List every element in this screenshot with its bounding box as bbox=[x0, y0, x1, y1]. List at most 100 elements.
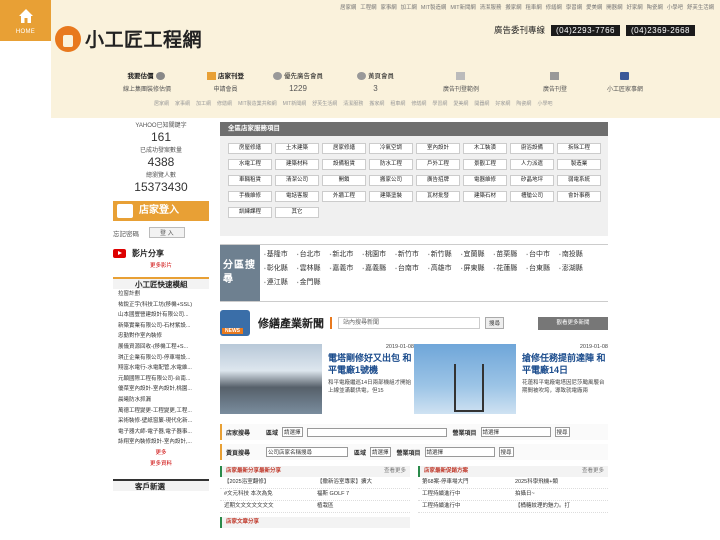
news-image-1[interactable] bbox=[220, 344, 322, 414]
sub-nav-link[interactable]: MIT製造業共和網 bbox=[238, 101, 277, 107]
store-login-header[interactable]: 店家登入 bbox=[113, 201, 209, 221]
yellow-name-input[interactable]: 公司店家名稱搜尋 bbox=[266, 447, 348, 457]
top-link[interactable]: 修繕網 bbox=[546, 5, 562, 11]
top-link[interactable]: 開器網 bbox=[606, 5, 622, 11]
category-button[interactable]: 車輛租賃 bbox=[228, 174, 272, 186]
sub-nav-link[interactable]: 愛美網 bbox=[453, 101, 468, 107]
category-button[interactable]: 居家修繕 bbox=[322, 142, 366, 154]
quick-more-data-link[interactable]: 更多資料 bbox=[113, 459, 209, 470]
category-button[interactable]: 電話客服 bbox=[275, 190, 319, 202]
top-link[interactable]: 陶瓷網 bbox=[647, 5, 663, 11]
category-button[interactable]: 搬家公司 bbox=[369, 174, 413, 186]
quick-module-item[interactable]: 琪正企業有限公司-停車場設... bbox=[113, 353, 209, 364]
quick-module-item[interactable]: 電子器大師-電子器,電子器事... bbox=[113, 427, 209, 438]
top-link[interactable]: 好家網 bbox=[626, 5, 642, 11]
sub-nav-link[interactable]: 搬家網 bbox=[369, 101, 384, 107]
quick-module-item[interactable]: 拉窗計劃 bbox=[113, 289, 209, 300]
category-button[interactable]: 手機維修 bbox=[228, 190, 272, 202]
sub-nav-link[interactable]: 家事網 bbox=[175, 101, 190, 107]
yellow-region-select[interactable]: 請選擇 bbox=[370, 447, 391, 457]
sub-nav-link[interactable]: 修繕網 bbox=[217, 101, 232, 107]
category-button[interactable]: 景觀工程 bbox=[463, 158, 507, 170]
category-button[interactable]: 木工裝潢 bbox=[463, 142, 507, 154]
sub-nav-link[interactable]: 加工網 bbox=[196, 101, 211, 107]
region-link[interactable]: 雲林縣 bbox=[297, 263, 321, 273]
list-item[interactable]: 植栽區 bbox=[317, 501, 410, 512]
sub-nav-link[interactable]: 居家網 bbox=[154, 101, 169, 107]
list-item[interactable]: 近期文文文文文文文 bbox=[224, 501, 317, 512]
region-link[interactable]: 澎湖縣 bbox=[559, 263, 583, 273]
category-button[interactable]: 室內設計 bbox=[416, 142, 460, 154]
category-button[interactable]: 清潔公司 bbox=[275, 174, 319, 186]
category-button[interactable]: 水電工程 bbox=[228, 158, 272, 170]
site-logo[interactable]: 小工匠工程網 bbox=[55, 25, 202, 52]
feature-facebook[interactable]: 小工匠家事網 bbox=[607, 72, 643, 93]
region-link[interactable]: 連江縣 bbox=[264, 277, 288, 287]
top-link[interactable]: 居家網 bbox=[340, 5, 356, 11]
list-item[interactable]: 工程持續進行中 bbox=[422, 501, 515, 512]
feature-register[interactable]: 店家刊登 申請會員 bbox=[207, 70, 244, 93]
region-link[interactable]: 新竹市 bbox=[395, 249, 419, 259]
category-button[interactable]: 建築材料 bbox=[275, 158, 319, 170]
feature-yellow-members[interactable]: 黃頁會員 3 bbox=[357, 70, 394, 93]
quick-module-item[interactable]: 新築實業有限公司-石材紫設... bbox=[113, 321, 209, 332]
news-item-1[interactable]: 2019-01-08 電塔剛修好又出包 和平電廠1號機 和平電廠繼巡14日兩部機… bbox=[322, 344, 414, 414]
top-link[interactable]: 工程網 bbox=[360, 5, 376, 11]
category-button[interactable]: 冷氣空調 bbox=[369, 142, 413, 154]
region-link[interactable]: 屏東縣 bbox=[461, 263, 484, 273]
more-videos-link[interactable]: 更多影片 bbox=[113, 261, 209, 269]
region-link[interactable]: 基隆市 bbox=[264, 249, 288, 259]
yellow-category-select[interactable]: 請選擇 bbox=[424, 447, 495, 457]
category-button[interactable]: 建築塗裝 bbox=[369, 190, 413, 202]
category-button[interactable]: 槽艙公司 bbox=[510, 190, 554, 202]
promo-more-link[interactable]: 查看更多 bbox=[384, 466, 406, 477]
region-link[interactable]: 花蓮縣 bbox=[493, 263, 517, 273]
category-button[interactable]: 廣告招牌 bbox=[416, 174, 460, 186]
category-button[interactable]: 建築石材 bbox=[463, 190, 507, 202]
region-link[interactable]: 金門縣 bbox=[297, 277, 321, 287]
news-search-button[interactable]: 搜尋 bbox=[485, 317, 505, 329]
feature-priority-members[interactable]: 優先廣告會員 1229 bbox=[273, 70, 323, 93]
top-link[interactable]: 加工網 bbox=[401, 5, 417, 11]
region-link[interactable]: 桃園市 bbox=[362, 249, 386, 259]
list-item[interactable]: 工程持續進行中 bbox=[422, 489, 515, 500]
store-category-select[interactable]: 請選擇 bbox=[480, 427, 551, 437]
sub-nav-link[interactable]: 清潔服務 bbox=[343, 101, 363, 107]
quick-module-item[interactable]: 晨曦防水抓漏 bbox=[113, 395, 209, 406]
sub-nav-link[interactable]: 修繕網 bbox=[411, 101, 426, 107]
sub-nav-link[interactable]: 小學吧 bbox=[537, 101, 552, 107]
list-item[interactable]: 【2025浴室翻修】 bbox=[224, 477, 317, 488]
category-button[interactable]: 訓練課程 bbox=[228, 206, 272, 218]
list-item[interactable]: 福斯 GOLF 7 bbox=[317, 489, 410, 500]
store-region-select[interactable]: 請選擇 bbox=[282, 427, 303, 437]
category-button[interactable]: 拆除工程 bbox=[557, 142, 601, 154]
category-button[interactable]: 開鎖 bbox=[322, 174, 366, 186]
news-headline[interactable]: 搶修任務提前達陣 和平電廠14日 bbox=[522, 352, 608, 376]
sub-nav-link[interactable]: MIT新聞網 bbox=[283, 101, 307, 107]
sub-nav-link[interactable]: 陶瓷網 bbox=[516, 101, 531, 107]
top-link[interactable]: 愛美網 bbox=[586, 5, 602, 11]
category-button[interactable]: 電器維修 bbox=[463, 174, 507, 186]
category-button[interactable]: 人力派遣 bbox=[510, 158, 554, 170]
region-link[interactable]: 台中市 bbox=[526, 249, 550, 259]
category-button[interactable]: 土木建築 bbox=[275, 142, 319, 154]
category-button[interactable]: 會計事務 bbox=[557, 190, 601, 202]
category-button[interactable]: 房屋修繕 bbox=[228, 142, 272, 154]
sub-nav-link[interactable]: 舒芙生活網 bbox=[312, 101, 337, 107]
news-search-input[interactable]: 站內搜尋新聞 bbox=[338, 317, 480, 329]
list-item[interactable]: 【撒新浴室專家】擴大 bbox=[317, 477, 410, 488]
category-button[interactable]: 防水工程 bbox=[369, 158, 413, 170]
region-link[interactable]: 苗栗縣 bbox=[493, 249, 517, 259]
category-button[interactable]: 弱電系統 bbox=[557, 174, 601, 186]
category-button[interactable]: 外牆工程 bbox=[322, 190, 366, 202]
top-link[interactable]: 搬家網 bbox=[505, 5, 521, 11]
feature-estimate[interactable]: 我要估價 線上集團裝修估價 bbox=[123, 70, 171, 93]
list-item[interactable]: 第68案-停車場大門 bbox=[422, 477, 515, 488]
region-link[interactable]: 高雄市 bbox=[428, 263, 452, 273]
top-link[interactable]: 家事網 bbox=[380, 5, 396, 11]
top-link[interactable]: MIT新聞網 bbox=[450, 5, 475, 11]
list-item[interactable]: 拍攝日~ bbox=[515, 489, 608, 500]
news-headline[interactable]: 電塔剛修好又出包 和平電廠1號機 bbox=[328, 352, 414, 376]
yellow-search-button[interactable]: 搜尋 bbox=[498, 447, 514, 457]
sub-nav-link[interactable]: 學習網 bbox=[432, 101, 447, 107]
